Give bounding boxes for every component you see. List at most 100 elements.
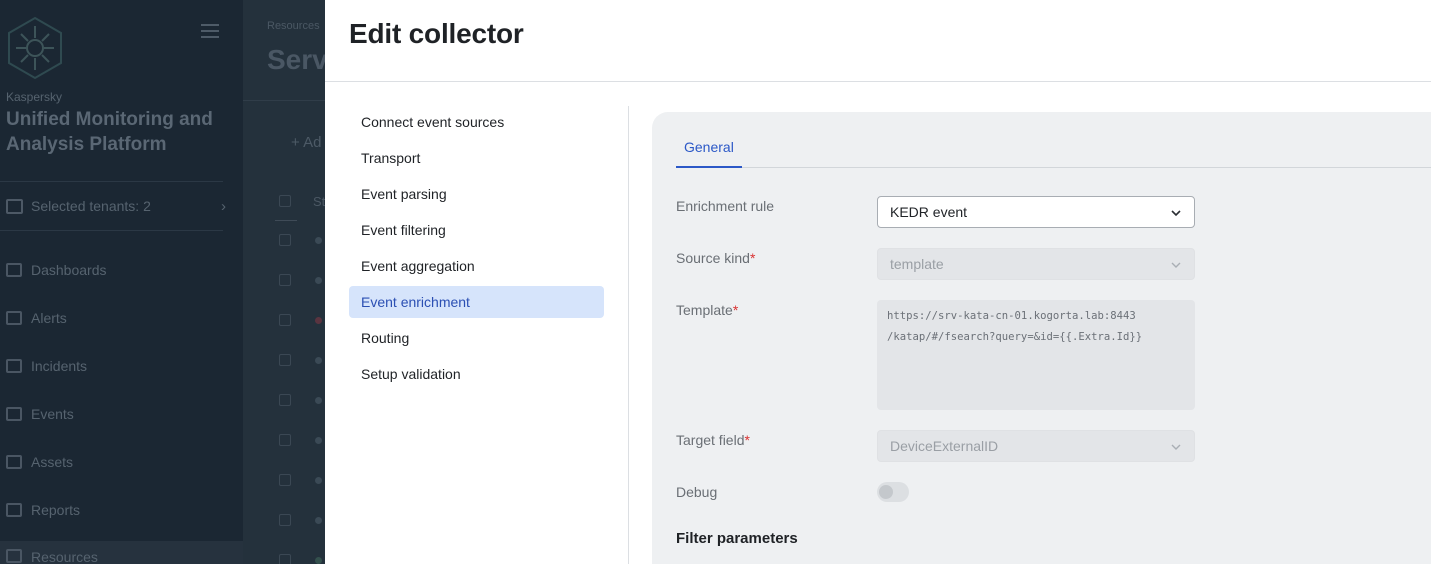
sidebar-item-dashboards[interactable]: Dashboards [6,260,107,280]
table-row[interactable] [279,274,325,288]
field-label-text: Source kind [676,250,750,266]
debug-label: Debug [676,484,717,500]
select-value: template [890,256,944,272]
step-connect-event-sources[interactable]: Connect event sources [349,106,604,138]
table-row[interactable] [279,514,325,528]
select-value: DeviceExternalID [890,438,999,454]
required-mark: * [744,432,750,448]
step-event-enrichment[interactable]: Event enrichment [349,286,604,318]
table-row[interactable] [279,554,325,564]
step-transport[interactable]: Transport [349,142,604,174]
wizard-steps: Connect event sources Transport Event pa… [349,106,604,394]
tab-general[interactable]: General [676,132,742,168]
tree-icon [6,455,22,469]
tab-bar: General [676,132,1431,168]
sidebar-item-resources[interactable]: Resources [0,541,243,564]
source-kind-label: Source kind* [676,250,755,266]
field-label-text: Template [676,302,733,318]
status-dot-icon [315,477,322,484]
sidebar-item-label: Assets [31,454,74,470]
tenant-selector[interactable]: Selected tenants: 2 › [6,196,226,216]
field-label-text: Enrichment rule [676,198,775,214]
sidebar-item-reports[interactable]: Reports [6,500,80,520]
status-dot-icon [315,317,322,324]
step-routing[interactable]: Routing [349,322,604,354]
row-checkbox[interactable] [279,474,291,486]
chevron-down-icon [1171,210,1181,217]
background-content: Resources Serv + Ad St [243,0,328,564]
sidebar-item-alerts[interactable]: Alerts [6,308,67,328]
report-icon [6,503,22,517]
status-dot-icon [315,237,322,244]
debug-toggle [877,482,909,502]
sidebar-item-label: Events [31,406,74,422]
column-header-status[interactable]: St [313,194,325,209]
header-divider [243,100,325,101]
sidebar-item-label: Dashboards [31,262,107,278]
row-checkbox[interactable] [279,514,291,526]
row-checkbox[interactable] [279,354,291,366]
resources-icon [6,549,22,563]
sidebar: Kaspersky Unified Monitoring and Analysi… [0,0,243,564]
sidebar-item-events[interactable]: Events [6,404,74,424]
step-event-filtering[interactable]: Event filtering [349,214,604,246]
sidebar-divider [0,230,223,231]
sidebar-item-label: Alerts [31,310,67,326]
menu-icon[interactable] [201,24,219,38]
enrichment-rule-select[interactable]: KEDR event [877,196,1195,228]
enrichment-form-panel: General Enrichment rule KEDR event Sourc… [652,112,1431,564]
filter-parameters-heading: Filter parameters [676,530,798,547]
sidebar-item-incidents[interactable]: Incidents [6,356,87,376]
tenant-selector-label: Selected tenants: 2 [31,198,151,214]
table-row[interactable] [279,474,325,488]
brand-small: Kaspersky [6,90,63,104]
toggle-knob [879,485,893,499]
status-dot-icon [315,277,322,284]
field-label-text: Debug [676,484,718,500]
status-dot-icon [315,357,322,364]
row-checkbox[interactable] [279,314,291,326]
source-kind-select: template [877,248,1195,280]
status-dot-icon [315,437,322,444]
flag-icon [6,407,22,421]
steps-divider [628,106,629,564]
status-dot-icon [315,517,322,524]
step-event-parsing[interactable]: Event parsing [349,178,604,210]
target-field-label: Target field* [676,432,750,448]
row-checkbox[interactable] [279,234,291,246]
sidebar-item-assets[interactable]: Assets [6,452,73,472]
row-checkbox[interactable] [279,394,291,406]
table-row[interactable] [279,394,325,408]
eye-icon [6,359,22,373]
status-dot-icon [315,557,322,564]
sidebar-item-label: Incidents [31,358,88,374]
row-checkbox[interactable] [279,274,291,286]
row-checkbox[interactable] [279,554,291,564]
drawer-header-divider [325,81,1431,82]
target-field-select: DeviceExternalID [877,430,1195,462]
page-title: Serv [267,44,328,75]
required-mark: * [732,302,739,318]
table-row[interactable] [279,434,325,448]
sidebar-item-label: Resources [31,549,98,564]
chevron-down-icon [1171,444,1181,450]
step-setup-validation[interactable]: Setup validation [349,358,604,390]
select-all-checkbox[interactable] [279,195,291,207]
add-button[interactable]: + Ad [291,134,321,151]
enrichment-rule-label: Enrichment rule [676,198,774,214]
field-label-text: Target field [676,432,745,448]
row-checkbox[interactable] [279,434,291,446]
table-row[interactable] [279,354,325,368]
column-header-underline [275,220,297,221]
breadcrumb[interactable]: Resources [267,20,320,32]
brand-name: Unified Monitoring and Analysis Platform [6,109,213,155]
table-row[interactable] [279,314,325,328]
chevron-right-icon: › [221,197,226,215]
sidebar-divider [0,181,223,182]
drawer-title: Edit collector [349,18,524,49]
table-row[interactable] [279,234,325,248]
required-mark: * [749,250,756,266]
step-event-aggregation[interactable]: Event aggregation [349,250,604,282]
edit-collector-drawer: Edit collector Connect event sources Tra… [325,0,1431,564]
chevron-down-icon [1171,262,1181,268]
